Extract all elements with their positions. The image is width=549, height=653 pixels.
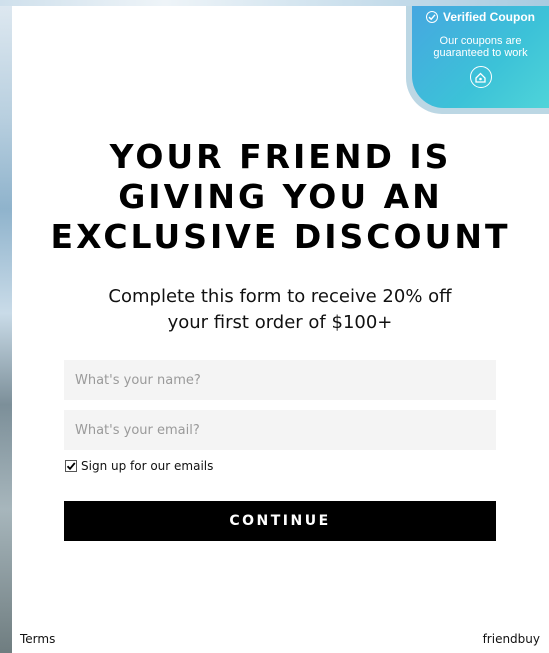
subtitle-line-2: your first order of $100+: [167, 312, 393, 333]
email-input[interactable]: [64, 410, 496, 450]
headline-line-1: YOUR FRIEND IS: [109, 137, 452, 176]
headline-line-2: GIVING YOU AN: [118, 177, 443, 216]
friendbuy-logo-icon: [469, 66, 492, 88]
terms-link[interactable]: Terms: [20, 632, 55, 646]
badge-text: Our coupons are guaranteed to work: [433, 35, 528, 59]
headline: YOUR FRIEND IS GIVING YOU AN EXCLUSIVE D…: [12, 137, 549, 257]
email-optin[interactable]: Sign up for our emails: [65, 459, 213, 473]
check-circle-icon: [425, 11, 438, 23]
referral-modal: Verified Coupon Our coupons are guarante…: [12, 6, 549, 653]
badge-title-row: Verified Coupon: [412, 10, 549, 24]
subtitle-line-1: Complete this form to receive 20% off: [108, 286, 452, 307]
background-photo: [0, 0, 12, 653]
name-input[interactable]: [64, 360, 496, 400]
verified-coupon-badge: Verified Coupon Our coupons are guarante…: [412, 6, 549, 108]
brand-link[interactable]: friendbuy: [483, 632, 540, 646]
headline-line-3: EXCLUSIVE DISCOUNT: [50, 217, 511, 256]
subtitle: Complete this form to receive 20% off yo…: [12, 284, 548, 336]
optin-label: Sign up for our emails: [81, 459, 214, 473]
badge-title: Verified Coupon: [442, 10, 535, 24]
verified-badge-frame: Verified Coupon Our coupons are guarante…: [406, 6, 549, 114]
optin-checkbox[interactable]: [65, 460, 77, 472]
continue-button[interactable]: CONTINUE: [64, 501, 496, 541]
